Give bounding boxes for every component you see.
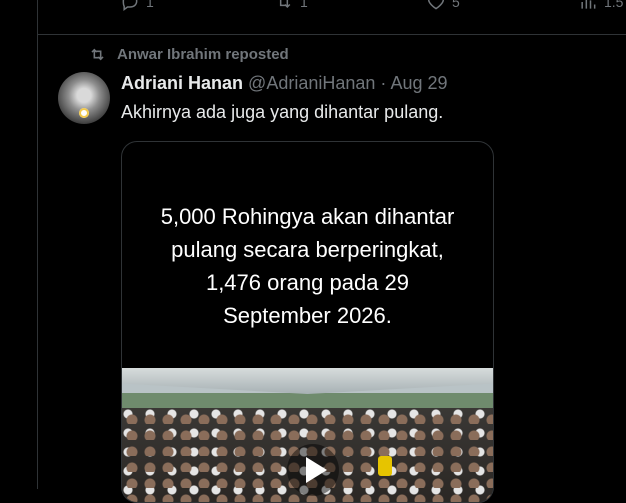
tweet-date[interactable]: Aug 29 <box>390 73 447 93</box>
caption-line: pulang secara berperingkat, <box>171 237 444 262</box>
caption-line: September 2026. <box>223 303 392 328</box>
previous-tweet-action-bar: 1 1 5 1.5 <box>38 0 626 35</box>
thumbnail-tent-roof <box>122 368 493 394</box>
like-count: 5 <box>452 0 460 10</box>
caption-line: 1,476 orang pada 29 <box>205 270 410 295</box>
caption-line: 5,000 Rohingya akan dihantar <box>160 204 455 229</box>
timeline-column-border <box>37 0 38 489</box>
repost-icon <box>278 0 291 9</box>
repost-button[interactable]: 1 <box>274 0 308 12</box>
avatar-flower-graphic <box>79 108 89 118</box>
user-handle[interactable]: @AdrianiHanan <box>248 73 375 93</box>
left-gutter <box>0 0 38 489</box>
views-count: 1.5 <box>604 0 624 10</box>
repost-icon <box>91 48 104 61</box>
thumbnail-person <box>378 456 392 476</box>
header-separator: · <box>380 73 387 93</box>
tweet-header: Adriani Hanan @AdrianiHanan · Aug 29 <box>121 73 448 94</box>
reply-icon <box>122 0 138 11</box>
reply-count: 1 <box>146 0 154 10</box>
repost-count: 1 <box>300 0 308 10</box>
tweet-text: Akhirnya ada juga yang dihantar pulang. <box>121 102 444 122</box>
play-button[interactable] <box>287 444 339 496</box>
play-icon <box>306 457 327 483</box>
reply-button[interactable]: 1 <box>120 0 154 12</box>
analytics-icon <box>581 0 596 9</box>
views-button[interactable]: 1.5 <box>578 0 623 12</box>
avatar[interactable] <box>58 72 110 124</box>
heart-icon <box>427 0 445 10</box>
like-button[interactable]: 5 <box>426 0 460 12</box>
tweet-media-video[interactable]: 5,000 Rohingya akan dihantar pulang seca… <box>121 141 494 503</box>
display-name[interactable]: Adriani Hanan <box>121 73 243 93</box>
video-caption: 5,000 Rohingya akan dihantar pulang seca… <box>122 200 493 332</box>
video-thumbnail <box>122 368 493 502</box>
social-context-label: Anwar Ibrahim reposted <box>117 46 289 63</box>
social-context[interactable]: Anwar Ibrahim reposted <box>88 45 289 64</box>
